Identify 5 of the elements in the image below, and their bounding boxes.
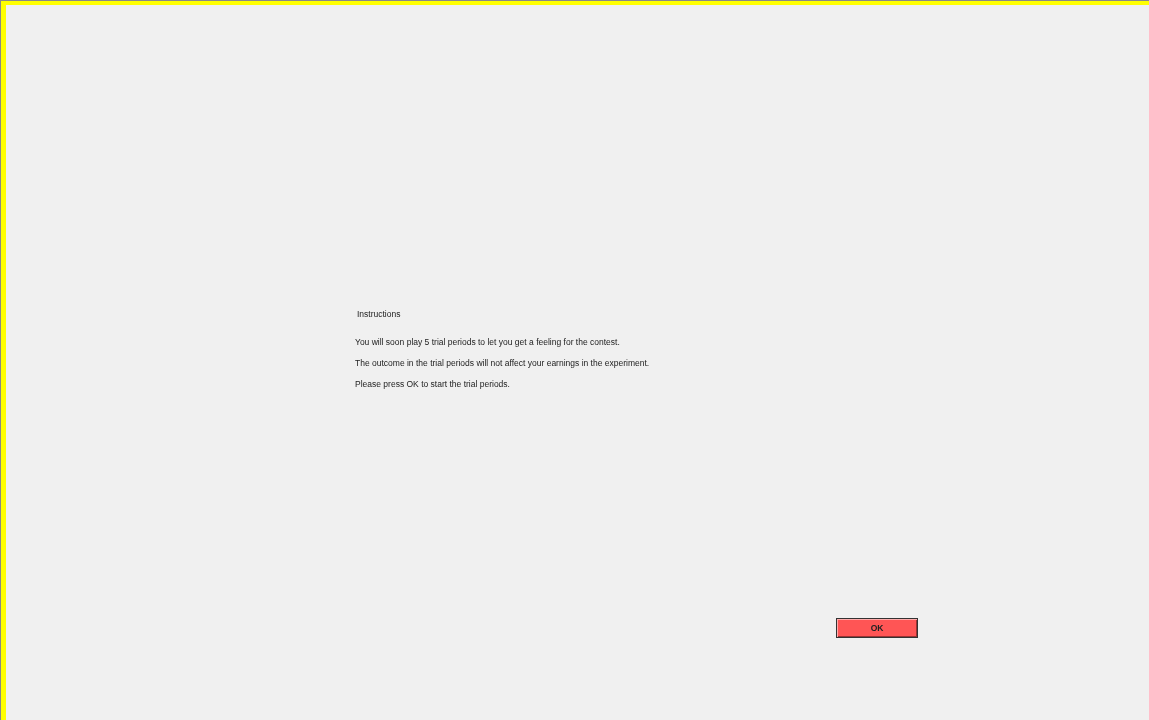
ok-button[interactable]: OK	[836, 618, 918, 638]
instruction-text: The outcome in the trial periods will not affect your earnings in the experiment.	[355, 357, 651, 369]
instruction-text: Please press OK to start the trial periods.	[355, 378, 511, 390]
instruction-text: You will soon play 5 trial periods to let you get a feeling for the contest.	[355, 336, 621, 348]
instructions-title: Instructions	[357, 308, 402, 320]
